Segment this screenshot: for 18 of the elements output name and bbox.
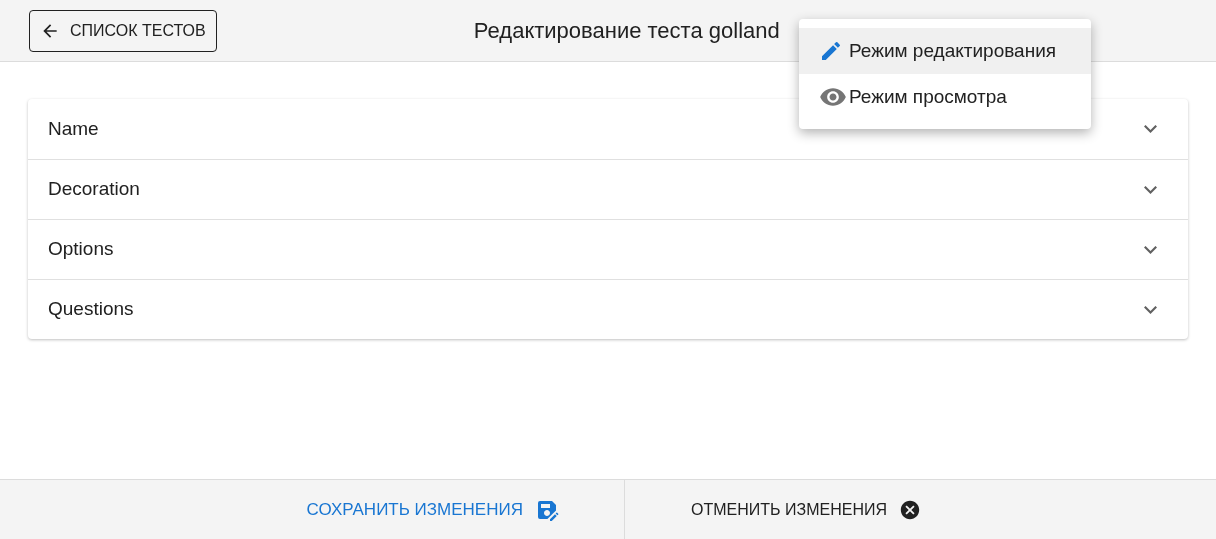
page-title: Редактирование теста golland: [473, 17, 780, 45]
cancel-button[interactable]: ОТМЕНИТЬ ИЗМЕНЕНИЯ: [691, 497, 921, 522]
pencil-icon: [819, 39, 843, 63]
menu-item[interactable]: Режим просмотра: [799, 74, 1091, 120]
back-button[interactable]: СПИСОК ТЕСТОВ: [29, 9, 217, 52]
save-button[interactable]: СОХРАНИТЬ ИЗМЕНЕНИЯ: [306, 496, 559, 523]
chevron-down-icon[interactable]: [1144, 185, 1157, 194]
chevron-down-icon[interactable]: [1144, 245, 1157, 254]
menu-item[interactable]: Режим редактирования: [799, 28, 1091, 74]
chevron-down-icon[interactable]: [1144, 125, 1157, 133]
section-header[interactable]: Decoration: [48, 175, 140, 204]
menu-item-label: Режим просмотра: [849, 84, 1007, 109]
chevron-down-icon[interactable]: [1144, 305, 1157, 314]
section-header[interactable]: Name: [48, 114, 99, 144]
cancel-icon: [899, 498, 921, 521]
section-header[interactable]: Questions: [48, 295, 134, 324]
menu-item-label: Режим редактирования: [849, 38, 1057, 63]
section-header[interactable]: Options: [48, 235, 114, 264]
